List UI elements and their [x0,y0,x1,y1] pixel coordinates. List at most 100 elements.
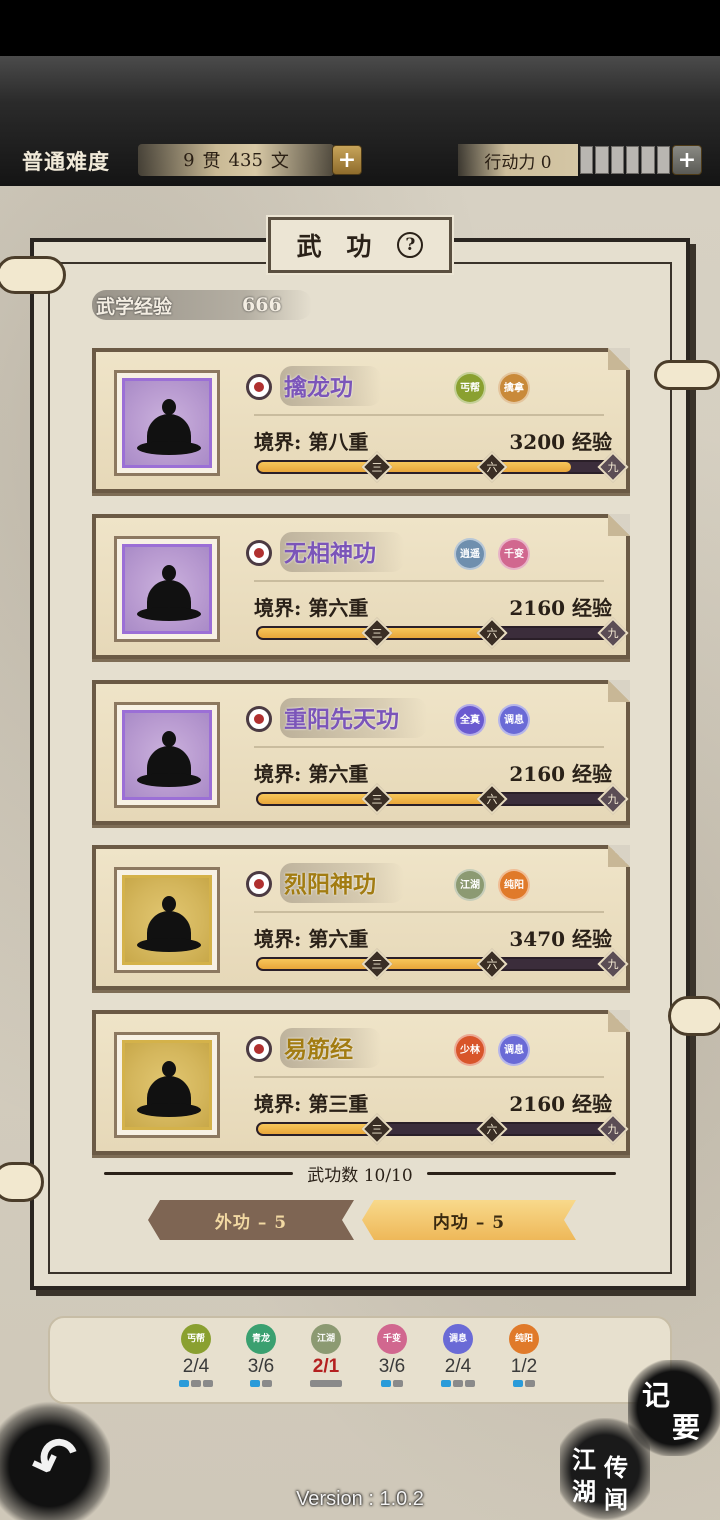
skill-card[interactable]: 易筋经 少林 调息 境界: 第三重 2160 经验 三 六 九 [92,1010,630,1155]
sect-tag-badge: 调息 [498,704,530,736]
skill-portrait [114,702,220,808]
notes-char-2: 要 [672,1411,701,1444]
skill-type-icon [246,871,272,897]
sect-pips [362,1380,422,1387]
add-money-button[interactable]: + [332,145,362,175]
action-points-label: 行动力 0 [458,144,578,176]
realm-tick-label: 六 [486,627,498,640]
skill-card[interactable]: 擒龙功 丐帮 擒拿 境界: 第八重 3200 经验 三 六 九 [92,348,630,493]
realm-tick-label: 三 [371,958,383,971]
realm-tick-marker: 三 [361,451,393,483]
sect-summary-item[interactable]: 丐帮 2/4 [166,1324,226,1387]
cloud-ornament-right [654,360,720,390]
skill-count-label: 武功数 10/10 [307,1165,413,1186]
realm-tick-label: 三 [371,461,383,474]
meditation-figure-icon [122,544,212,634]
skill-portrait [114,1032,220,1138]
skill-name: 烈阳神功 [280,863,404,903]
realm-tick-marker: 三 [361,783,393,815]
realm-tick-label: 六 [486,1123,498,1136]
sect-count: 2/4 [444,1356,472,1377]
skill-name: 无相神功 [280,532,404,572]
realm-tick-marker: 九 [597,1113,629,1145]
realm-tick-marker: 九 [597,451,629,483]
notes-char-1: 记 [642,1379,671,1412]
sect-tags: 逍遥 千变 [454,538,530,570]
sect-pip [191,1380,201,1387]
skill-exp: 3470 经验 [509,927,612,951]
realm-tick-marker: 六 [476,948,508,980]
realm-tick-marker: 九 [597,783,629,815]
martial-exp-label: 武学经验 [96,295,173,318]
realm-tick-label: 九 [607,461,619,474]
skill-name: 易筋经 [280,1028,381,1068]
skill-type-icon [246,540,272,566]
skill-progress-bar: 三六九 [256,451,629,483]
sect-pips [296,1380,356,1387]
sect-tags: 少林 调息 [454,1034,530,1066]
sect-summary-item[interactable]: 江湖 2/1 [296,1324,356,1387]
realm-tick-label: 九 [607,627,619,640]
rumors-char-3: 传 [604,1453,628,1482]
realm-tick-label: 六 [486,793,498,806]
sect-badge: 丐帮 [181,1324,211,1354]
sect-pip [381,1380,391,1387]
realm-tick-marker: 三 [361,617,393,649]
money-display: 9 贯 435 文 [138,144,334,176]
skill-name: 重阳先天功 [280,698,427,738]
sect-tag-badge: 擒拿 [498,372,530,404]
realm-tick-marker: 六 [476,451,508,483]
sect-summary-strip [48,1316,672,1404]
ap-segment [641,146,655,174]
help-icon[interactable]: ? [397,232,424,258]
card-divider [254,746,604,748]
realm-tick-marker: 六 [476,783,508,815]
add-action-points-button[interactable]: + [672,145,702,175]
skill-realm: 境界: 第六重 [254,762,369,786]
realm-tick-marker: 九 [597,948,629,980]
realm-tick-marker: 三 [361,1113,393,1145]
action-points-bar [580,146,670,174]
sect-summary-item[interactable]: 青龙 3/6 [231,1324,291,1387]
realm-tick-label: 三 [371,793,383,806]
realm-tick-label: 九 [607,958,619,971]
realm-tick-label: 九 [607,793,619,806]
sect-pips [231,1380,291,1387]
skill-progress-fill [258,462,572,472]
skill-type-icon [246,1036,272,1062]
skill-realm: 境界: 第八重 [254,430,369,454]
tab-inner-skills[interactable]: 内功 – 5 [362,1200,576,1240]
sect-tag-badge: 调息 [498,1034,530,1066]
difficulty-label: 普通难度 [22,149,110,174]
sect-pips [428,1380,488,1387]
martial-exp-row: 武学经验 666 [92,290,312,320]
meditation-figure-icon [122,1040,212,1130]
skill-card[interactable]: 烈阳神功 江湖 纯阳 境界: 第六重 3470 经验 三 六 九 [92,845,630,990]
sect-tag-badge: 逍遥 [454,538,486,570]
ap-segment [595,146,609,174]
cloud-ornament-right-lower [668,996,720,1036]
skill-card[interactable]: 重阳先天功 全真 调息 境界: 第六重 2160 经验 三 六 九 [92,680,630,825]
sect-summary-item[interactable]: 调息 2/4 [428,1324,488,1387]
skill-card[interactable]: 无相神功 逍遥 千变 境界: 第六重 2160 经验 三 六 九 [92,514,630,659]
sect-pip [203,1380,213,1387]
panel-title-text: 武 功 [296,232,380,261]
tab-outer-skills[interactable]: 外功 – 5 [148,1200,354,1240]
sect-pip [393,1380,403,1387]
skill-realm: 境界: 第六重 [254,596,369,620]
skill-exp: 2160 经验 [509,596,612,620]
realm-tick-label: 六 [486,958,498,971]
sect-summary-item[interactable]: 纯阳 1/2 [494,1324,554,1387]
skill-progress-bar: 三六九 [256,1113,629,1145]
money-wen-unit: 文 [270,151,289,172]
status-bar-area [0,0,720,56]
ap-segment [656,146,670,174]
skill-portrait [114,370,220,476]
sect-badge: 千变 [377,1324,407,1354]
sect-badge: 纯阳 [509,1324,539,1354]
meditation-figure-icon [122,710,212,800]
sect-tag-badge: 丐帮 [454,372,486,404]
sect-pip [179,1380,189,1387]
sect-tags: 丐帮 擒拿 [454,372,530,404]
sect-summary-item[interactable]: 千变 3/6 [362,1324,422,1387]
